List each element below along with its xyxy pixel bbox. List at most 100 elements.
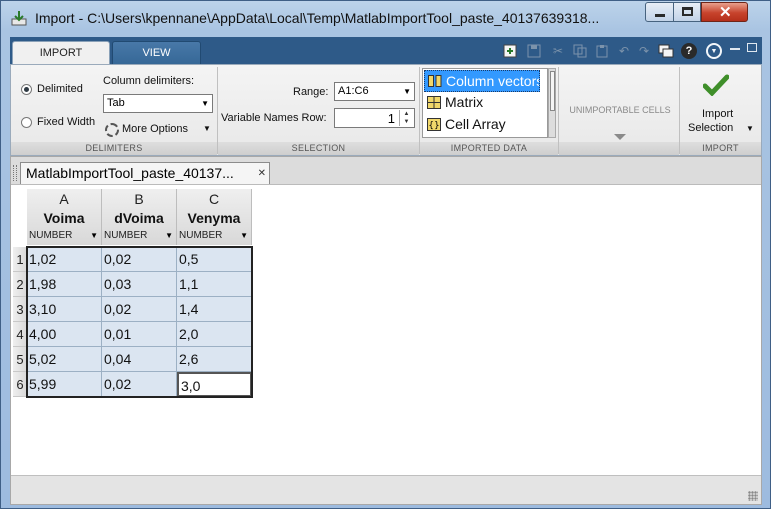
import-data-icon[interactable] (500, 41, 520, 61)
active-cell[interactable]: 3,0 (177, 372, 252, 397)
switch-windows-icon[interactable] (656, 41, 676, 61)
help-button[interactable]: ? (679, 41, 699, 61)
column-type: NUMBER (179, 230, 223, 241)
variable-name[interactable]: dVoima (102, 210, 176, 226)
chevron-down-icon[interactable] (614, 134, 626, 140)
chevron-down-icon: ▼ (203, 124, 211, 133)
title-bar[interactable]: Import - C:\Users\kpennane\AppData\Local… (1, 1, 770, 35)
column-letter: B (134, 191, 144, 207)
help-icon: ? (681, 43, 697, 59)
ribbon-menu-icon: ▼ (706, 43, 722, 59)
column-header-c[interactable]: C Venyma NUMBER ▼ (177, 189, 252, 245)
variable-name[interactable]: Venyma (177, 210, 251, 226)
minimize-icon (655, 14, 665, 17)
fixed-width-radio[interactable] (21, 117, 32, 128)
table-cell[interactable]: 3,10 (27, 297, 102, 322)
column-header-b[interactable]: B dVoima NUMBER ▼ (102, 189, 177, 245)
chevron-down-icon: ▼ (201, 99, 209, 108)
restore-ribbon-icon[interactable] (747, 43, 757, 52)
ribbon-menu-button[interactable]: ▼ (704, 41, 724, 61)
ribbon-divider (217, 67, 218, 154)
cut-icon[interactable]: ✂ (548, 41, 568, 61)
tab-view[interactable]: VIEW (112, 41, 201, 65)
selection-section-label: SELECTION (218, 142, 419, 155)
delimited-radio[interactable] (21, 84, 32, 95)
output-type-label: Column vectors (446, 73, 540, 89)
column-delimiters-label: Column delimiters: (103, 75, 195, 87)
chevron-down-icon: ▼ (746, 124, 754, 133)
variable-names-row-label: Variable Names Row: (221, 112, 327, 124)
row-header[interactable]: 3 (13, 297, 27, 322)
more-options-label: More Options (122, 123, 189, 135)
table-cell[interactable]: 2,0 (177, 322, 252, 347)
range-dropdown[interactable]: A1:C6 ▼ (334, 82, 415, 101)
output-type-matrix[interactable]: Matrix (424, 92, 540, 114)
table-cell[interactable]: 4,00 (27, 322, 102, 347)
checkmark-icon (703, 74, 729, 96)
row-header[interactable]: 4 (13, 322, 27, 347)
close-tab-icon[interactable]: ✕ (258, 163, 266, 184)
output-type-label: Cell Array (445, 116, 506, 132)
copy-icon[interactable] (570, 41, 590, 61)
delimited-label[interactable]: Delimited (37, 83, 83, 95)
table-cell[interactable]: 0,02 (102, 297, 177, 322)
cell-array-icon: {} (427, 118, 441, 131)
import-section-label: IMPORT (680, 142, 761, 155)
save-icon[interactable] (524, 41, 544, 61)
row-header[interactable]: 2 (13, 272, 27, 297)
row-header[interactable]: 1 (13, 247, 27, 272)
column-delimiters-dropdown[interactable]: Tab ▼ (103, 94, 213, 113)
maximize-button[interactable] (673, 2, 701, 22)
table-cell[interactable]: 0,01 (102, 322, 177, 347)
tab-import[interactable]: IMPORT (12, 41, 110, 65)
table-cell[interactable]: 0,03 (102, 272, 177, 297)
document-tab[interactable]: MatlabImportTool_paste_40137... ✕ (20, 162, 270, 184)
table-cell[interactable]: 5,99 (27, 372, 102, 397)
column-header-a[interactable]: A Voima NUMBER ▼ (27, 189, 102, 245)
variable-names-row-spinner[interactable]: 1 ▲ ▼ (334, 108, 415, 128)
table-cell[interactable]: 1,1 (177, 272, 252, 297)
chevron-down-icon[interactable]: ▼ (240, 231, 248, 240)
more-options-button[interactable]: More Options ▼ (103, 121, 215, 139)
row-header[interactable]: 6 (13, 372, 27, 397)
row-header[interactable]: 5 (13, 347, 27, 372)
column-letter: A (59, 191, 69, 207)
chevron-down-icon[interactable]: ▼ (90, 231, 98, 240)
variable-name[interactable]: Voima (27, 210, 101, 226)
table-cell[interactable]: 1,4 (177, 297, 252, 322)
minimize-button[interactable] (645, 2, 674, 22)
table-cell[interactable]: 0,5 (177, 247, 252, 272)
paste-icon[interactable] (592, 41, 612, 61)
unimportable-section-label (559, 142, 679, 155)
minimize-ribbon-icon[interactable] (730, 48, 740, 50)
import-button-label-line2: Selection (688, 122, 734, 134)
close-button[interactable]: ✕ (701, 2, 748, 22)
table-cell[interactable]: 0,02 (102, 247, 177, 272)
drag-handle-icon[interactable] (13, 165, 17, 181)
spinner-arrows-icon[interactable]: ▲ ▼ (399, 110, 413, 126)
imported-data-section-label: IMPORTED DATA (420, 142, 558, 155)
table-cell[interactable]: 1,02 (27, 247, 102, 272)
table-cell[interactable]: 1,98 (27, 272, 102, 297)
redo-icon[interactable]: ↷ (634, 41, 654, 61)
column-vectors-icon (428, 75, 442, 87)
chevron-down-icon[interactable]: ▼ (165, 231, 173, 240)
close-icon: ✕ (719, 4, 732, 21)
column-type: NUMBER (104, 230, 148, 241)
table-cell[interactable]: 5,02 (27, 347, 102, 372)
undo-icon[interactable]: ↶ (614, 41, 634, 61)
gallery-scrollbar[interactable] (548, 68, 556, 138)
fixed-width-label[interactable]: Fixed Width (37, 116, 95, 128)
unimportable-cells-label: UNIMPORTABLE CELLS (569, 105, 671, 115)
import-selection-button[interactable]: Import Selection ▼ (680, 65, 761, 141)
scrollbar-thumb[interactable] (550, 71, 555, 111)
variable-names-row-value: 1 (387, 111, 395, 126)
import-app-icon (11, 11, 27, 26)
table-cell[interactable]: 2,6 (177, 347, 252, 372)
output-type-column-vectors[interactable]: Column vectors (424, 70, 540, 92)
table-cell[interactable]: 0,02 (102, 372, 177, 397)
table-cell[interactable]: 0,04 (102, 347, 177, 372)
resize-grip-icon[interactable] (748, 491, 758, 501)
gear-icon (105, 123, 119, 137)
output-type-cell-array[interactable]: {} Cell Array (424, 114, 540, 136)
